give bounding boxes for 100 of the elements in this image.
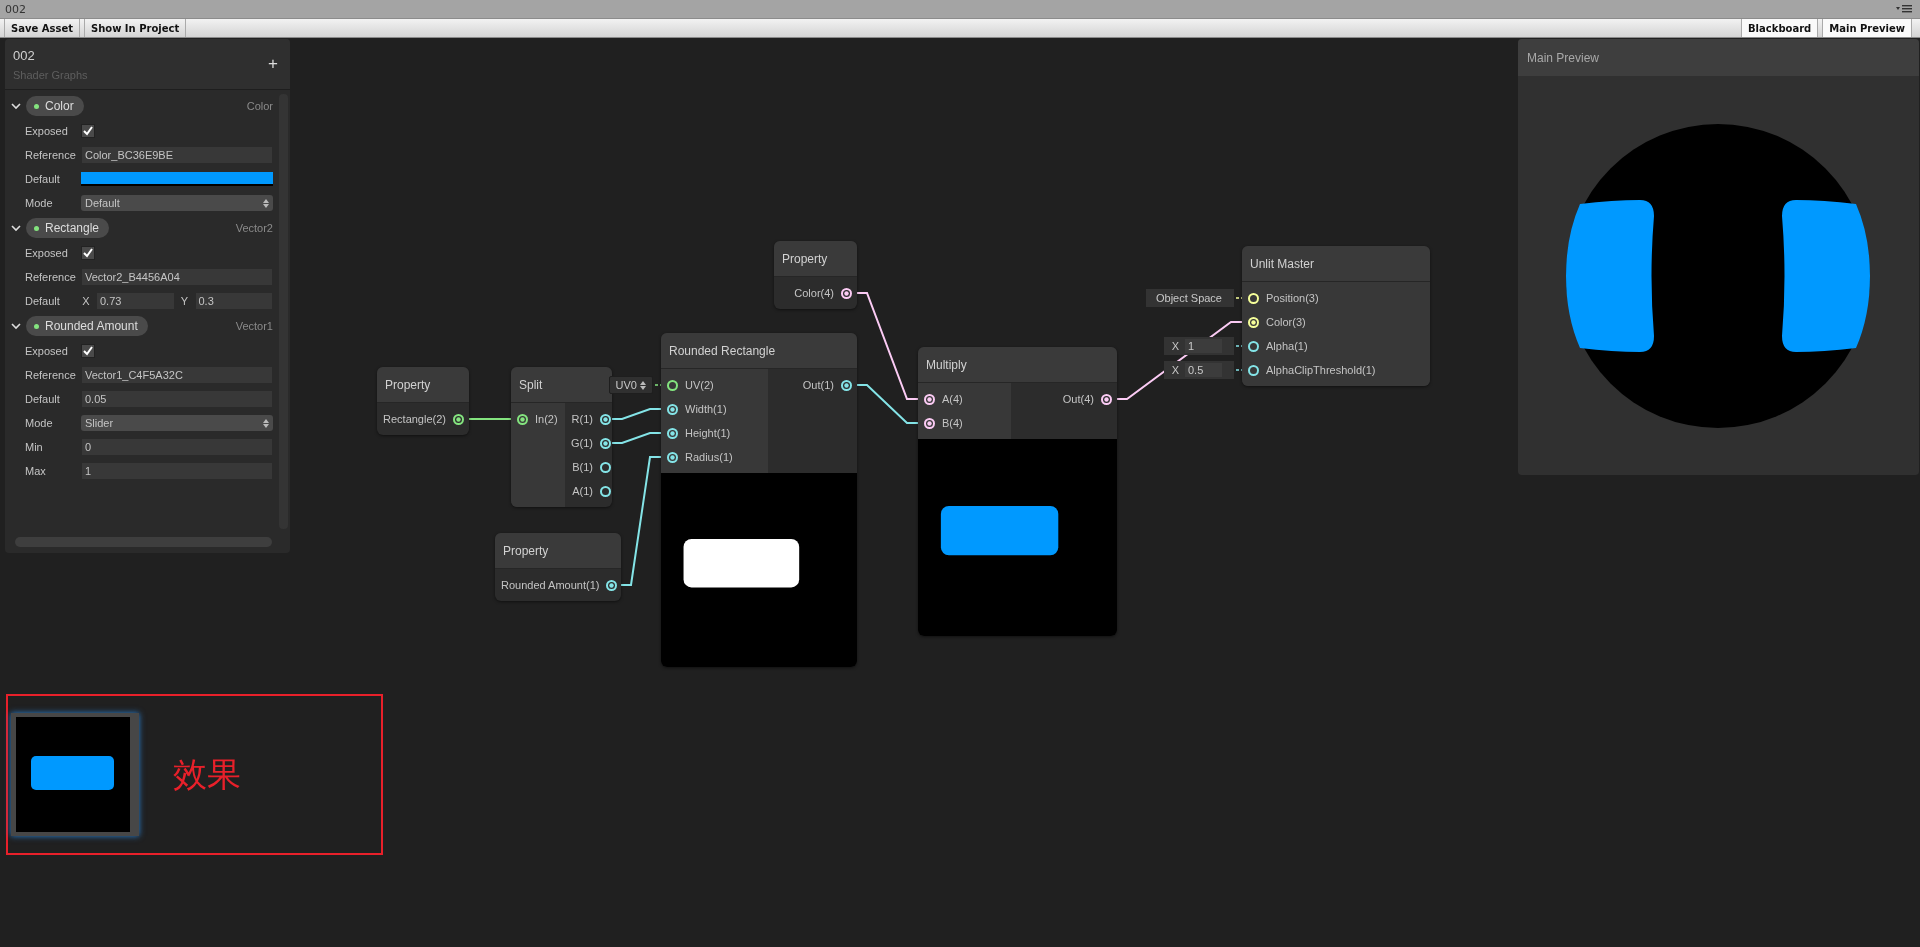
port-label: B(4)	[942, 417, 963, 429]
port-handle[interactable]	[667, 379, 678, 391]
port-handle[interactable]	[1248, 292, 1259, 304]
text-field[interactable]: Vector1_C4F5A32C	[81, 366, 273, 384]
property-pill[interactable]: Rectangle	[26, 218, 110, 238]
text-field[interactable]: 0	[81, 438, 273, 456]
graph-node[interactable]: Property Rectangle(2)	[377, 367, 469, 435]
port-label: Width(1)	[685, 403, 727, 415]
toolbar-button[interactable]: Save Asset	[4, 19, 80, 37]
window-title: 002	[5, 2, 26, 16]
add-button[interactable]: +	[264, 54, 282, 74]
property-type: Vector1	[235, 320, 273, 332]
property-pill[interactable]: Color	[26, 96, 84, 116]
property-pill[interactable]: Rounded Amount	[26, 316, 148, 336]
node-title: Unlit Master	[1250, 256, 1314, 271]
graph-node[interactable]: Multiply A(4) B(4) Out(4)	[918, 347, 1117, 636]
port-handle[interactable]	[600, 485, 611, 497]
port-handle[interactable]	[600, 413, 611, 425]
port-label: A(1)	[572, 485, 593, 497]
property-type: Vector2	[235, 222, 273, 234]
mode-dropdown[interactable]: Default	[81, 195, 273, 211]
chevron-icon[interactable]	[11, 101, 21, 111]
text-field[interactable]: 0.05	[81, 390, 273, 408]
port-label: B(1)	[572, 461, 593, 473]
port-handle[interactable]	[600, 437, 611, 449]
port-handle[interactable]	[1101, 393, 1112, 405]
port-handle[interactable]	[924, 417, 935, 429]
checkbox[interactable]	[81, 246, 95, 260]
toolbar-button[interactable]: Show In Project	[83, 19, 187, 37]
space-field[interactable]: Object Space	[1145, 289, 1234, 307]
port-label: Radius(1)	[685, 451, 733, 463]
field-label: Reference	[25, 149, 77, 161]
port-label: Rounded Amount(1)	[501, 579, 600, 591]
property-type: Color	[246, 100, 273, 112]
port-handle[interactable]	[924, 393, 935, 405]
field-label: Mode	[25, 417, 54, 429]
text-field[interactable]: 1	[81, 462, 273, 480]
port-label: In(2)	[535, 413, 558, 425]
port-label: G(1)	[571, 437, 593, 449]
toolbar-toggle[interactable]: Blackboard	[1741, 19, 1819, 37]
chevron-icon[interactable]	[11, 321, 21, 331]
checkbox[interactable]	[81, 124, 95, 138]
field-label: Exposed	[25, 125, 69, 137]
value-field[interactable]: 0.73	[96, 292, 175, 310]
uv-dropdown[interactable]: UV0	[608, 376, 653, 394]
port-handle[interactable]	[667, 451, 678, 463]
port-label: R(1)	[571, 413, 593, 425]
value-field[interactable]: 0.5	[1185, 363, 1222, 377]
graph-node[interactable]: Rounded Rectangle UV(2) Width(1) Height(1) Radius(1) Out(1)	[661, 333, 857, 667]
graph-node[interactable]: Unlit Master Position(3) Color(3) Alpha(1) AlphaClipThreshold(1)	[1242, 246, 1430, 386]
field-label: Min	[25, 441, 44, 453]
toolbar-toggle[interactable]: Main Preview	[1822, 19, 1912, 37]
node-title: Property	[385, 377, 431, 392]
field-label: Reference	[25, 271, 77, 283]
port-handle[interactable]	[841, 379, 852, 391]
port-handle[interactable]	[600, 461, 611, 473]
port-label: AlphaClipThreshold(1)	[1266, 364, 1376, 376]
menu-icon[interactable]	[1896, 5, 1912, 13]
mode-dropdown[interactable]: Slider	[81, 415, 273, 431]
port-handle[interactable]	[1248, 364, 1259, 376]
graph-node[interactable]: Split In(2) R(1) G(1) B(1) A(1)	[511, 367, 612, 507]
port-handle[interactable]	[841, 287, 852, 299]
field-label: Reference	[25, 369, 77, 381]
chevron-icon[interactable]	[11, 223, 21, 233]
port-label: Rectangle(2)	[383, 413, 446, 425]
text-field[interactable]: Color_BC36E9BE	[81, 146, 273, 164]
field-label: Mode	[25, 197, 54, 209]
color-field[interactable]	[81, 172, 273, 186]
port-handle[interactable]	[1248, 340, 1259, 352]
value-field[interactable]: 1	[1185, 339, 1222, 353]
axis-label: X	[1171, 340, 1179, 352]
updown-icon	[640, 380, 646, 390]
node-title: Rounded Rectangle	[669, 343, 776, 358]
port-handle[interactable]	[667, 427, 678, 439]
port-label: Alpha(1)	[1266, 340, 1308, 352]
port-handle[interactable]	[1248, 316, 1259, 328]
text-field[interactable]: Vector2_B4456A04	[81, 268, 273, 286]
port-handle[interactable]	[453, 413, 464, 425]
field-label: Default	[25, 393, 61, 405]
graph-node[interactable]: Property Color(4)	[774, 241, 857, 309]
port-label: Height(1)	[685, 427, 731, 439]
port-label: Out(1)	[802, 379, 834, 391]
port-handle[interactable]	[667, 403, 678, 415]
node-title: Split	[519, 377, 543, 392]
axis-label: Y	[179, 295, 190, 307]
field-label: Default	[25, 173, 61, 185]
field-label: Max	[25, 465, 47, 477]
port-handle[interactable]	[517, 413, 528, 425]
port-label: UV(2)	[685, 379, 714, 391]
checkbox[interactable]	[81, 344, 95, 358]
port-label: A(4)	[942, 393, 963, 405]
value-field[interactable]: 0.3	[194, 292, 273, 310]
updown-icon	[263, 418, 269, 428]
field-label: Exposed	[25, 247, 69, 259]
field-label: Exposed	[25, 345, 69, 357]
field-label: Default	[25, 295, 61, 307]
node-title: Property	[503, 543, 549, 558]
port-handle[interactable]	[606, 579, 618, 591]
port-label: Position(3)	[1266, 292, 1319, 304]
graph-node[interactable]: Property Rounded Amount(1)	[495, 533, 621, 601]
